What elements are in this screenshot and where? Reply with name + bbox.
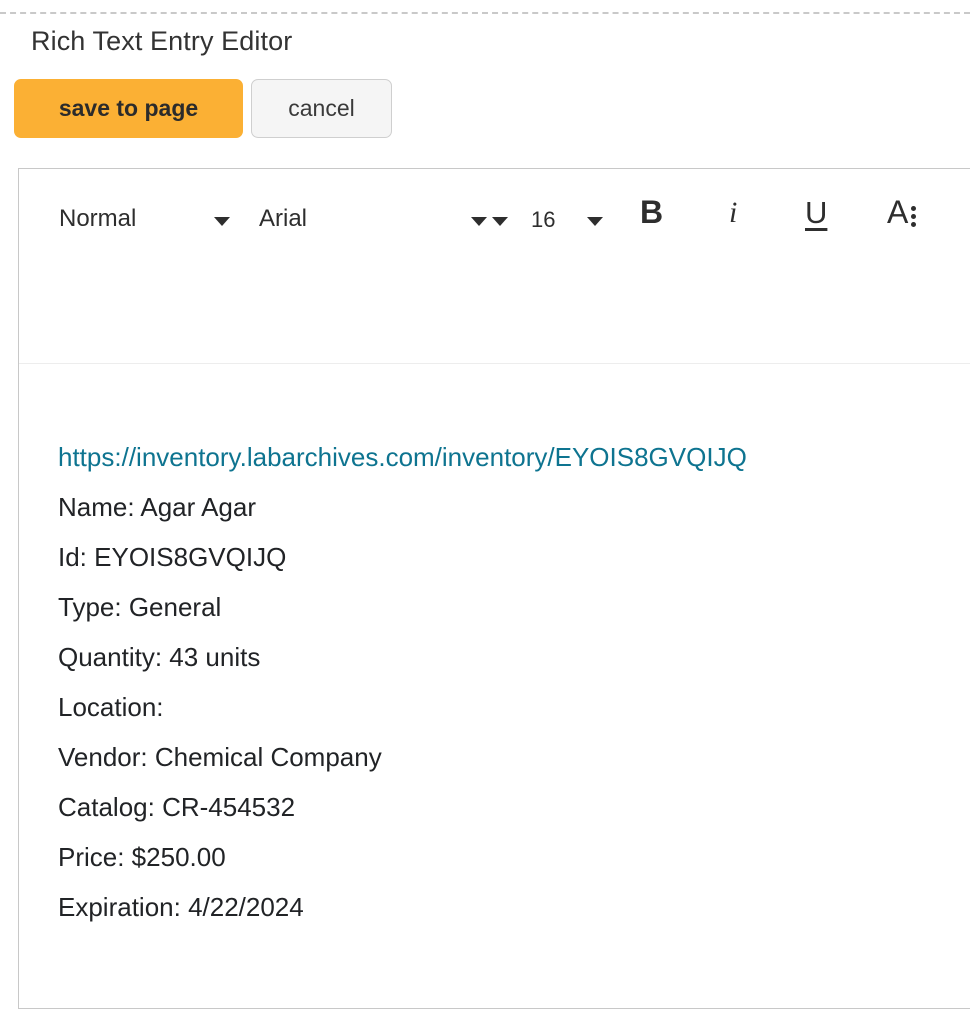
top-dashed-divider: [0, 12, 970, 14]
content-line: Type: General: [58, 582, 970, 632]
bold-button[interactable]: B: [640, 197, 663, 227]
content-line: Name: Agar Agar: [58, 482, 970, 532]
content-line: Quantity: 43 units: [58, 632, 970, 682]
content-line: Location:: [58, 682, 970, 732]
text-color-letter: A: [887, 197, 908, 227]
rich-text-editor: Normal Arial 16 B i U A https://inventor…: [18, 168, 970, 1009]
cancel-button[interactable]: cancel: [251, 79, 392, 138]
chevron-down-icon[interactable]: [214, 217, 230, 226]
chevron-down-icon[interactable]: [587, 217, 603, 226]
vertical-dots-icon: [911, 206, 916, 227]
editor-toolbar: Normal Arial 16 B i U A: [19, 169, 970, 364]
editor-content-area[interactable]: https://inventory.labarchives.com/invent…: [19, 364, 970, 1010]
content-line: Expiration: 4/22/2024: [58, 882, 970, 932]
font-family-select[interactable]: Arial: [259, 204, 307, 234]
text-color-more-button[interactable]: A: [887, 197, 916, 227]
content-line: Price: $250.00: [58, 832, 970, 882]
content-line: Catalog: CR-454532: [58, 782, 970, 832]
underline-button[interactable]: U: [805, 198, 827, 228]
editor-action-buttons: save to page cancel: [14, 79, 392, 138]
chevron-down-icon[interactable]: [471, 217, 487, 226]
content-line: Id: EYOIS8GVQIJQ: [58, 532, 970, 582]
content-line-link: https://inventory.labarchives.com/invent…: [58, 432, 970, 482]
save-to-page-button[interactable]: save to page: [14, 79, 243, 138]
block-format-select[interactable]: Normal: [59, 204, 136, 234]
chevron-down-icon[interactable]: [492, 217, 508, 226]
inventory-link[interactable]: https://inventory.labarchives.com/invent…: [58, 442, 747, 472]
content-line: Vendor: Chemical Company: [58, 732, 970, 782]
font-size-select[interactable]: 16: [531, 205, 555, 235]
page-title: Rich Text Entry Editor: [31, 24, 292, 58]
italic-button[interactable]: i: [729, 198, 737, 228]
